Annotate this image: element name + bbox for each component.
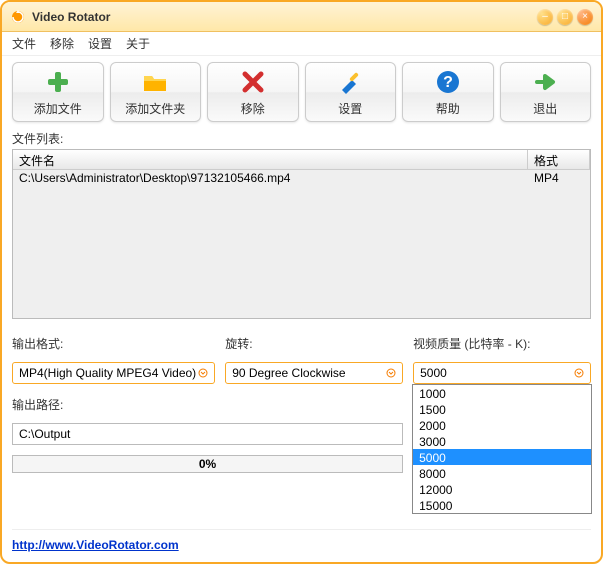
cell-filename: C:\Users\Administrator\Desktop\971321054… bbox=[13, 170, 528, 188]
col-format[interactable]: 格式 bbox=[528, 150, 590, 169]
output-format-combo[interactable]: MP4(High Quality MPEG4 Video) bbox=[12, 362, 215, 384]
maximize-button[interactable]: □ bbox=[557, 9, 573, 25]
minimize-button[interactable]: – bbox=[537, 9, 553, 25]
quality-option[interactable]: 2000 bbox=[413, 417, 591, 433]
quality-value: 5000 bbox=[420, 366, 572, 380]
help-button[interactable]: ? 帮助 bbox=[402, 62, 494, 122]
menu-remove[interactable]: 移除 bbox=[50, 35, 74, 52]
settings-label: 设置 bbox=[338, 100, 362, 117]
app-title: Video Rotator bbox=[32, 10, 537, 24]
window-controls: – □ × bbox=[537, 9, 593, 25]
arrow-right-icon bbox=[531, 68, 559, 96]
quality-option[interactable]: 15000 bbox=[413, 497, 591, 513]
footer-link[interactable]: http://www.VideoRotator.com bbox=[12, 529, 591, 552]
cell-format: MP4 bbox=[528, 170, 590, 188]
menu-about[interactable]: 关于 bbox=[126, 35, 150, 52]
app-window: Video Rotator – □ × 文件 移除 设置 关于 添加文件 添加文… bbox=[0, 0, 603, 564]
chevron-down-icon bbox=[384, 366, 398, 380]
toolbar: 添加文件 添加文件夹 移除 设置 ? 帮助 退出 bbox=[12, 62, 591, 122]
quality-option[interactable]: 1000 bbox=[413, 385, 591, 401]
col-filename[interactable]: 文件名 bbox=[13, 150, 528, 169]
quality-label: 视频质量 (比特率 - K): bbox=[413, 335, 591, 352]
progress-text: 0% bbox=[199, 457, 216, 471]
app-icon bbox=[10, 9, 26, 25]
menu-file[interactable]: 文件 bbox=[12, 35, 36, 52]
rotation-label: 旋转: bbox=[225, 335, 403, 352]
close-button[interactable]: × bbox=[577, 9, 593, 25]
quality-combo[interactable]: 5000 bbox=[413, 362, 591, 384]
output-path-value: C:\Output bbox=[19, 427, 70, 441]
exit-label: 退出 bbox=[533, 100, 557, 117]
folder-icon bbox=[141, 68, 169, 96]
rotation-value: 90 Degree Clockwise bbox=[232, 366, 384, 380]
help-label: 帮助 bbox=[436, 100, 460, 117]
remove-button[interactable]: 移除 bbox=[207, 62, 299, 122]
chevron-down-icon bbox=[572, 366, 586, 380]
quality-option[interactable]: 12000 bbox=[413, 481, 591, 497]
quality-option[interactable]: 1500 bbox=[413, 401, 591, 417]
content-area: 添加文件 添加文件夹 移除 设置 ? 帮助 退出 文件列表 bbox=[2, 56, 601, 562]
tools-icon bbox=[336, 68, 364, 96]
quality-option[interactable]: 5000 bbox=[413, 449, 591, 465]
output-path-label: 输出路径: bbox=[12, 396, 403, 413]
list-header: 文件名 格式 bbox=[13, 150, 590, 170]
settings-button[interactable]: 设置 bbox=[305, 62, 397, 122]
svg-text:?: ? bbox=[443, 74, 453, 91]
remove-label: 移除 bbox=[241, 100, 265, 117]
add-folder-label: 添加文件夹 bbox=[125, 100, 185, 117]
chevron-down-icon bbox=[196, 366, 210, 380]
help-icon: ? bbox=[434, 68, 462, 96]
add-file-label: 添加文件 bbox=[34, 100, 82, 117]
output-format-label: 输出格式: bbox=[12, 335, 215, 352]
options-grid: 输出格式: 旋转: 视频质量 (比特率 - K): MP4(High Quali… bbox=[12, 331, 591, 475]
list-body[interactable]: C:\Users\Administrator\Desktop\971321054… bbox=[13, 170, 590, 318]
add-folder-button[interactable]: 添加文件夹 bbox=[110, 62, 202, 122]
menubar: 文件 移除 设置 关于 bbox=[2, 32, 601, 56]
quality-option[interactable]: 3000 bbox=[413, 433, 591, 449]
add-file-button[interactable]: 添加文件 bbox=[12, 62, 104, 122]
exit-button[interactable]: 退出 bbox=[500, 62, 592, 122]
file-list-heading: 文件列表: bbox=[12, 130, 591, 147]
titlebar: Video Rotator – □ × bbox=[2, 2, 601, 32]
quality-combo-wrap: 5000 1000150020003000500080001200015000 bbox=[413, 362, 591, 384]
menu-settings[interactable]: 设置 bbox=[88, 35, 112, 52]
plus-icon bbox=[44, 68, 72, 96]
output-path-field[interactable]: C:\Output bbox=[12, 423, 403, 445]
quality-option[interactable]: 8000 bbox=[413, 465, 591, 481]
rotation-combo[interactable]: 90 Degree Clockwise bbox=[225, 362, 403, 384]
list-row[interactable]: C:\Users\Administrator\Desktop\971321054… bbox=[13, 170, 590, 188]
progress-row: 0% bbox=[12, 453, 403, 475]
quality-dropdown[interactable]: 1000150020003000500080001200015000 bbox=[412, 384, 592, 514]
file-list: 文件名 格式 C:\Users\Administrator\Desktop\97… bbox=[12, 149, 591, 319]
output-format-value: MP4(High Quality MPEG4 Video) bbox=[19, 366, 196, 380]
x-icon bbox=[239, 68, 267, 96]
progress-bar: 0% bbox=[12, 455, 403, 473]
